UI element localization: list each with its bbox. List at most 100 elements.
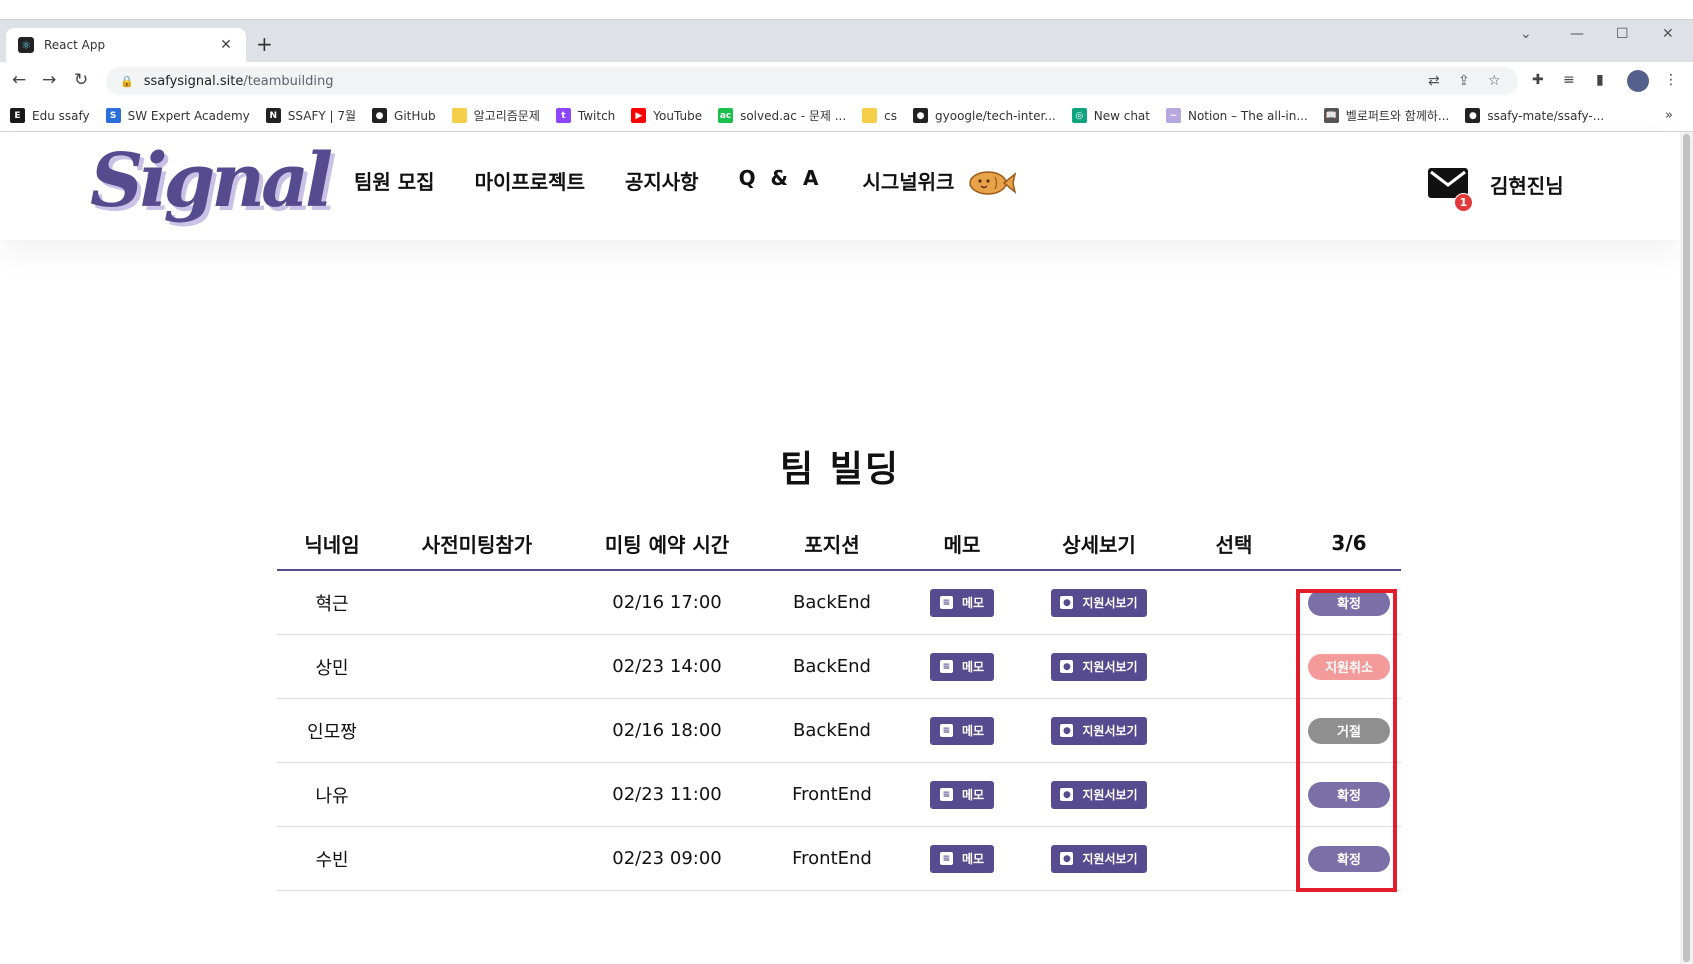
team-building-table: 닉네임 사전미팅참가 미팅 예약 시간 포지션 메모 상세보기 선택 3/6 혁… bbox=[277, 517, 1401, 891]
header-count: 3/6 bbox=[1331, 531, 1367, 555]
menu-my-project[interactable]: 마이프로젝트 bbox=[475, 166, 585, 195]
memo-button[interactable]: ≡ 메모 bbox=[930, 780, 994, 809]
bookmark-item[interactable]: cs bbox=[862, 108, 897, 123]
swea-icon: S bbox=[105, 108, 121, 123]
browser-tab[interactable]: ⚛ React App ✕ bbox=[6, 28, 246, 62]
openai-icon: ◎ bbox=[1071, 108, 1087, 123]
bookmark-item[interactable]: 알고리즘문제 bbox=[451, 107, 540, 124]
view-application-button[interactable]: ● 지원서보기 bbox=[1051, 780, 1147, 809]
header-select: 선택 bbox=[1215, 532, 1253, 557]
extensions-icon[interactable]: ✚ bbox=[1532, 72, 1544, 88]
scroll-thumb[interactable] bbox=[1683, 134, 1690, 962]
view-application-button[interactable]: ● 지원서보기 bbox=[1051, 716, 1147, 745]
main-menu: 팀원 모집 마이프로젝트 공지사항 Q & A 시그널위크 bbox=[354, 166, 994, 195]
memo-button[interactable]: ≡ 메모 bbox=[930, 588, 994, 617]
person-icon: ● bbox=[1060, 596, 1074, 609]
view-application-button[interactable]: ● 지원서보기 bbox=[1051, 652, 1147, 681]
top-strip bbox=[0, 0, 1693, 20]
bookmark-item[interactable]: ac solved.ac - 문제 ... bbox=[718, 107, 846, 124]
minimize-icon[interactable]: — bbox=[1570, 26, 1584, 42]
bookmark-item[interactable]: E Edu ssafy bbox=[10, 108, 90, 123]
bookmark-item[interactable]: S SW Expert Academy bbox=[105, 108, 250, 123]
cell-memo: ≡ 메모 bbox=[897, 716, 1027, 745]
bookmark-item[interactable]: ◎ New chat bbox=[1071, 108, 1150, 123]
close-window-icon[interactable]: ✕ bbox=[1662, 26, 1674, 42]
new-tab-button[interactable]: + bbox=[256, 32, 273, 56]
bookmark-item[interactable]: ● GitHub bbox=[372, 108, 436, 123]
bookmark-label: Twitch bbox=[577, 108, 616, 123]
forward-icon[interactable]: → bbox=[42, 70, 56, 90]
cell-detail: ● 지원서보기 bbox=[1027, 844, 1171, 873]
memo-icon: ≡ bbox=[939, 852, 953, 865]
bookmark-item[interactable]: ~ Notion – The all-in... bbox=[1165, 108, 1308, 123]
bookmark-item[interactable]: 📖 벨로퍼트와 함께하... bbox=[1323, 107, 1449, 124]
bookmarks-overflow-icon[interactable]: » bbox=[1665, 108, 1673, 123]
fish-bread-icon[interactable] bbox=[968, 169, 1016, 197]
bookmark-label: YouTube bbox=[653, 108, 703, 123]
side-panel-icon[interactable]: ▮ bbox=[1596, 72, 1604, 88]
page-content: Signal 팀원 모집 마이프로젝트 공지사항 Q & A 시그널위크 1 김… bbox=[0, 132, 1680, 964]
bookmark-label: GitHub bbox=[394, 108, 436, 123]
header-meeting-time: 미팅 예약 시간 bbox=[604, 532, 730, 557]
bookmark-item[interactable]: ▶ YouTube bbox=[631, 108, 702, 123]
cell-position: BackEnd bbox=[793, 656, 871, 677]
view-application-label: 지원서보기 bbox=[1082, 788, 1138, 802]
maximize-icon[interactable]: ☐ bbox=[1616, 26, 1629, 42]
view-application-button[interactable]: ● 지원서보기 bbox=[1051, 588, 1147, 617]
status-highlight-box bbox=[1296, 589, 1397, 892]
table-row: 수빈 02/23 09:00 FrontEnd ≡ 메모 ● 지원서보기 확정 bbox=[277, 827, 1401, 891]
menu-recruit[interactable]: 팀원 모집 bbox=[354, 166, 435, 195]
person-icon: ● bbox=[1060, 788, 1074, 801]
memo-button-label: 메모 bbox=[961, 788, 985, 802]
bookmark-item[interactable]: N SSAFY | 7월 bbox=[265, 107, 356, 124]
memo-button[interactable]: ≡ 메모 bbox=[930, 652, 994, 681]
back-icon[interactable]: ← bbox=[12, 70, 26, 90]
cell-memo: ≡ 메모 bbox=[897, 844, 1027, 873]
user-name[interactable]: 김현진님 bbox=[1490, 170, 1564, 199]
bookmark-label: Edu ssafy bbox=[32, 108, 90, 123]
address-bar-row: ← → ↻ 🔒 ssafysignal.site/teambuilding ⇄ … bbox=[0, 62, 1693, 100]
address-input[interactable]: 🔒 ssafysignal.site/teambuilding ⇄ ⇪ ☆ bbox=[106, 67, 1518, 95]
bookmark-star-icon[interactable]: ☆ bbox=[1488, 73, 1501, 89]
folder-icon bbox=[451, 108, 467, 123]
bookmark-label: ssafy-mate/ssafy-... bbox=[1487, 108, 1605, 123]
share-icon[interactable]: ⇪ bbox=[1458, 73, 1470, 89]
memo-button[interactable]: ≡ 메모 bbox=[930, 844, 994, 873]
more-menu-icon[interactable]: ⋮ bbox=[1664, 72, 1678, 88]
reload-icon[interactable]: ↻ bbox=[74, 70, 88, 90]
solvedac-icon: ac bbox=[718, 108, 734, 123]
memo-button-label: 메모 bbox=[961, 660, 985, 674]
media-icon[interactable]: ≡ bbox=[1563, 72, 1575, 88]
url-host: ssafysignal.site bbox=[143, 73, 244, 89]
twitch-icon: t bbox=[555, 108, 571, 123]
close-tab-icon[interactable]: ✕ bbox=[218, 37, 234, 53]
table-row: 인모짱 02/16 18:00 BackEnd ≡ 메모 ● 지원서보기 거절 bbox=[277, 699, 1401, 763]
github-icon: ● bbox=[1465, 108, 1481, 123]
person-icon: ● bbox=[1060, 852, 1074, 865]
bookmark-item[interactable]: ● ssafy-mate/ssafy-... bbox=[1465, 108, 1604, 123]
bookmark-item[interactable]: ● gyoogle/tech-inter... bbox=[913, 108, 1056, 123]
cell-nickname: 나유 bbox=[315, 785, 349, 807]
bookmark-label: gyoogle/tech-inter... bbox=[935, 108, 1056, 123]
translate-icon[interactable]: ⇄ bbox=[1428, 73, 1440, 89]
cell-position: FrontEnd bbox=[792, 848, 872, 869]
memo-button-label: 메모 bbox=[961, 724, 985, 738]
cell-meeting-time: 02/23 09:00 bbox=[612, 848, 722, 869]
menu-notice[interactable]: 공지사항 bbox=[625, 166, 699, 195]
mail-count-badge: 1 bbox=[1454, 193, 1473, 212]
react-icon: ⚛ bbox=[18, 37, 34, 53]
signal-logo[interactable]: Signal bbox=[90, 138, 333, 224]
profile-avatar[interactable] bbox=[1627, 70, 1649, 92]
tab-search-icon[interactable]: ⌄ bbox=[1520, 26, 1532, 42]
page-scrollbar[interactable] bbox=[1680, 132, 1693, 964]
menu-qna[interactable]: Q & A bbox=[739, 166, 823, 195]
view-application-label: 지원서보기 bbox=[1082, 852, 1138, 866]
cell-nickname: 혁근 bbox=[315, 593, 349, 615]
tab-bar: ⚛ React App ✕ + ⌄ — ☐ ✕ bbox=[0, 20, 1693, 62]
bookmark-item[interactable]: t Twitch bbox=[555, 108, 616, 123]
view-application-button[interactable]: ● 지원서보기 bbox=[1051, 844, 1147, 873]
memo-icon: ≡ bbox=[939, 788, 953, 801]
menu-signal-week[interactable]: 시그널위크 bbox=[862, 166, 954, 195]
memo-button[interactable]: ≡ 메모 bbox=[930, 716, 994, 745]
table-row: 혁근 02/16 17:00 BackEnd ≡ 메모 ● 지원서보기 확정 bbox=[277, 571, 1401, 635]
